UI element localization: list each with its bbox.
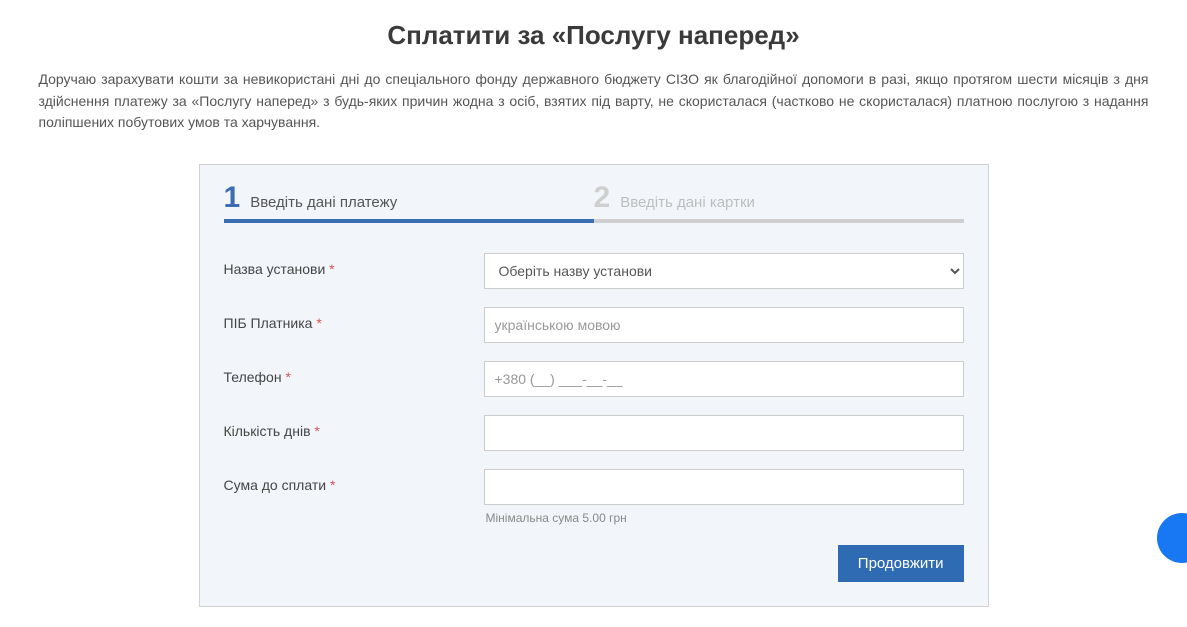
institution-label: Назва установи * [224,253,484,277]
page-title: Сплатити за «Послугу наперед» [39,20,1149,51]
continue-button[interactable]: Продовжити [838,545,964,582]
amount-input[interactable] [484,469,964,505]
amount-hint: Мінімальна сума 5.00 грн [484,511,964,525]
step2-label: Введіть дані картки [620,194,755,211]
phone-input[interactable] [484,361,964,397]
step-card-data[interactable]: 2 Введіть дані картки [594,183,964,223]
payer-name-label: ПІБ Платника * [224,307,484,331]
institution-select[interactable]: Оберіть назву установи [484,253,964,289]
amount-label: Сума до сплати * [224,469,484,493]
steps-nav: 1 Введіть дані платежу 2 Введіть дані ка… [224,183,964,223]
step1-number: 1 [224,183,241,213]
step2-number: 2 [594,183,611,213]
days-label: Кількість днів * [224,415,484,439]
payer-name-input[interactable] [484,307,964,343]
step1-label: Введіть дані платежу [250,194,397,211]
days-input[interactable] [484,415,964,451]
intro-text: Доручаю зарахувати кошти за невикористан… [39,69,1149,134]
phone-label: Телефон * [224,361,484,385]
step-payment-data[interactable]: 1 Введіть дані платежу [224,183,594,223]
payment-form-panel: 1 Введіть дані платежу 2 Введіть дані ка… [199,164,989,607]
